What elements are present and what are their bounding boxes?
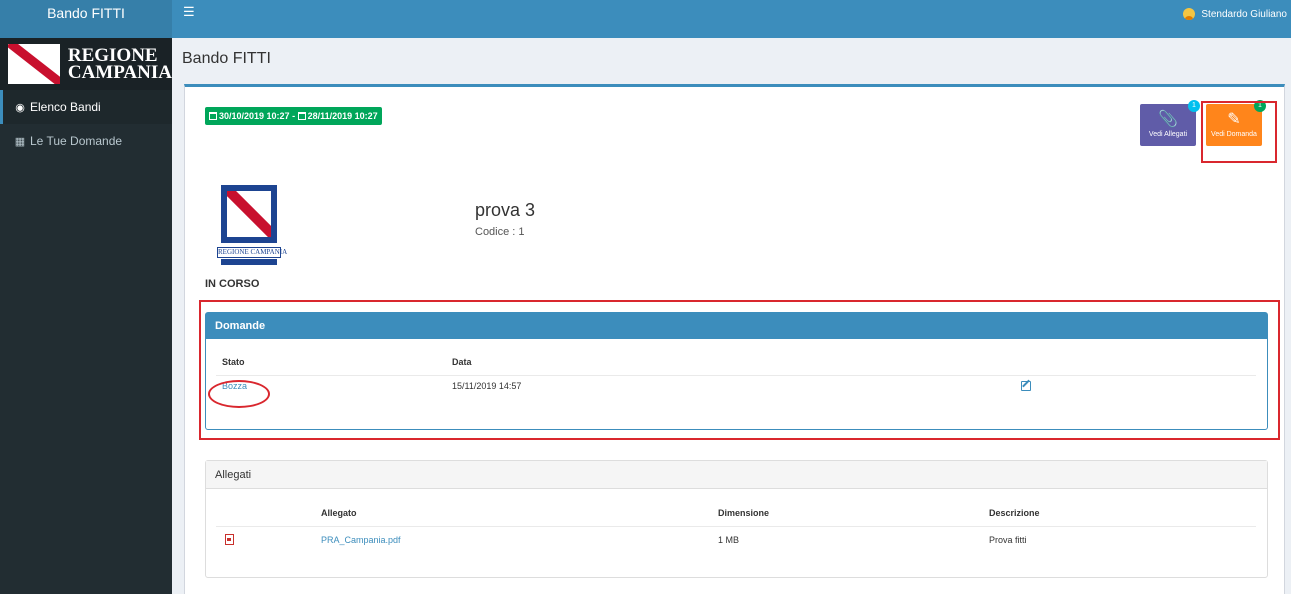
highlight-box-domande xyxy=(199,300,1280,440)
row-divider xyxy=(216,526,1256,527)
column-header-allegato: Allegato xyxy=(321,508,357,518)
regione-flag-icon xyxy=(8,44,60,84)
vedi-allegati-button[interactable]: 1 📎 Vedi Allegati xyxy=(1140,100,1200,146)
date-separator: - xyxy=(292,111,296,121)
user-menu[interactable]: Stendardo Giuliano xyxy=(1183,8,1287,20)
date-range-badge: 30/10/2019 10:27 - 28/11/2019 10:27 xyxy=(205,107,382,125)
page-title: Bando FITTI xyxy=(182,50,271,67)
emblem-text: REGIONE CAMPANIA xyxy=(217,247,288,258)
bando-status: IN CORSO xyxy=(205,278,260,290)
calendar-icon xyxy=(297,112,306,120)
allegato-dimensione: 1 MB xyxy=(718,535,740,545)
content-header: Bando FITTI xyxy=(172,38,1291,80)
sidebar-logo: REGIONE CAMPANIA xyxy=(0,38,172,90)
calendar-icon xyxy=(209,112,217,120)
app-brand[interactable]: Bando FITTI xyxy=(0,0,172,38)
column-header-dimensione: Dimensione xyxy=(718,508,770,518)
sidebar-item-elenco-bandi[interactable]: ◉ Elenco Bandi xyxy=(0,90,172,124)
vedi-allegati-label: Vedi Allegati xyxy=(1148,131,1188,138)
allegati-count-badge: 1 xyxy=(1188,100,1200,112)
allegato-descrizione: Prova fitti xyxy=(989,535,1027,545)
user-name: Stendardo Giuliano xyxy=(1201,8,1287,20)
table-icon: ▦ xyxy=(14,135,26,148)
allegato-link[interactable]: PRA_Campania.pdf xyxy=(321,535,401,545)
allegati-panel-title: Allegati xyxy=(206,461,1267,489)
pdf-file-icon xyxy=(225,534,234,545)
date-start: 30/10/2019 10:27 xyxy=(219,111,290,121)
sidebar-item-label: Le Tue Domande xyxy=(30,134,123,148)
bando-title: prova 3 xyxy=(475,200,536,220)
date-end: 28/11/2019 10:27 xyxy=(307,111,378,121)
emblem-bar xyxy=(221,259,277,265)
regione-flag-icon xyxy=(221,185,277,243)
paperclip-icon: 📎 xyxy=(1158,111,1178,128)
top-navbar: Bando FITTI ☰ Stendardo Giuliano xyxy=(0,0,1291,38)
bando-box: 30/10/2019 10:27 - 28/11/2019 10:27 1 📎 … xyxy=(184,84,1285,594)
highlight-box-vedi-domanda xyxy=(1201,101,1277,163)
sidebar-item-label: Elenco Bandi xyxy=(30,100,101,114)
logo-line-2: CAMPANIA xyxy=(67,62,172,83)
highlight-oval-bozza xyxy=(208,380,270,408)
user-avatar-icon xyxy=(1183,8,1196,20)
sidebar: REGIONE CAMPANIA ◉ Elenco Bandi ▦ Le Tue… xyxy=(0,38,172,594)
dashboard-icon: ◉ xyxy=(15,101,25,114)
logo-text: REGIONE CAMPANIA xyxy=(67,46,172,83)
menu-toggle-icon[interactable]: ☰ xyxy=(183,4,195,20)
sidebar-item-le-tue-domande[interactable]: ▦ Le Tue Domande xyxy=(0,124,172,158)
regione-campania-emblem: REGIONE CAMPANIA xyxy=(217,185,288,267)
column-header-descrizione: Descrizione xyxy=(989,508,1040,518)
allegati-panel: Allegati Allegato Dimensione Descrizione… xyxy=(205,460,1268,578)
bando-code: Codice : 1 xyxy=(475,226,525,238)
